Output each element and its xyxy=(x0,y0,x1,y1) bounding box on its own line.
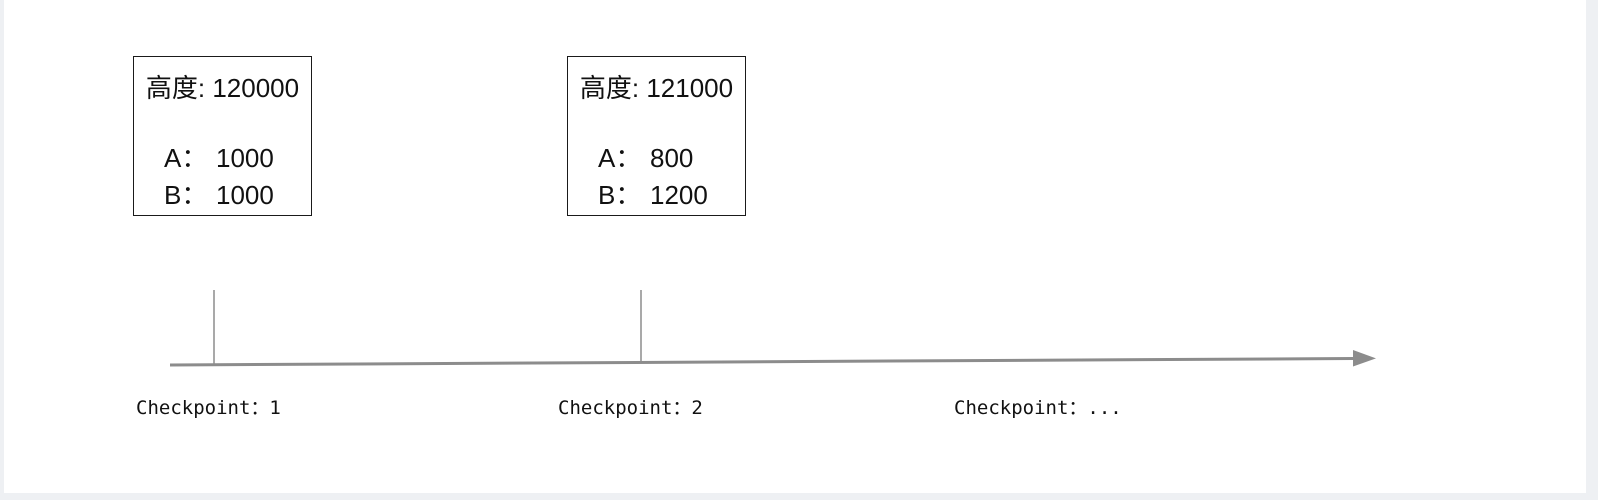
checkpoint-1-state-box: 高度: 120000 A： 1000 B： 1000 xyxy=(133,56,312,216)
checkpoint-2-balance-b: B： 1200 xyxy=(598,175,708,212)
balance-b-value: 1000 xyxy=(216,180,274,210)
balance-a-key: A： xyxy=(164,143,208,173)
checkpoint-2-label: Checkpoint：2 xyxy=(558,397,703,419)
timeline-axis xyxy=(169,357,1355,367)
balance-a-key: A： xyxy=(598,143,642,173)
checkpoint-2-balance-a: A： 800 xyxy=(598,138,693,175)
checkpoint-1-balance-a: A： 1000 xyxy=(164,138,274,175)
checkpoint-2-height: 高度: 121000 xyxy=(579,73,734,103)
checkpoint-2-state-box: 高度: 121000 A： 800 B： 1200 xyxy=(567,56,746,216)
diagram-canvas: 高度: 120000 A： 1000 B： 1000 高度: 121000 A： 80… xyxy=(4,0,1586,493)
balance-a-value: 1000 xyxy=(216,143,274,173)
balance-b-value: 1200 xyxy=(650,180,708,210)
checkpoint-1-balance-b: B： 1000 xyxy=(164,175,274,212)
checkpoint-1-label: Checkpoint：1 xyxy=(136,397,281,419)
balance-b-key: B： xyxy=(164,180,208,210)
balance-a-value: 800 xyxy=(650,143,694,173)
timeline-arrowhead xyxy=(1353,350,1376,367)
balance-b-key: B： xyxy=(598,180,642,210)
checkpoint-3-label: Checkpoint：... xyxy=(954,397,1122,419)
checkpoint-1-height: 高度: 120000 xyxy=(145,73,300,103)
